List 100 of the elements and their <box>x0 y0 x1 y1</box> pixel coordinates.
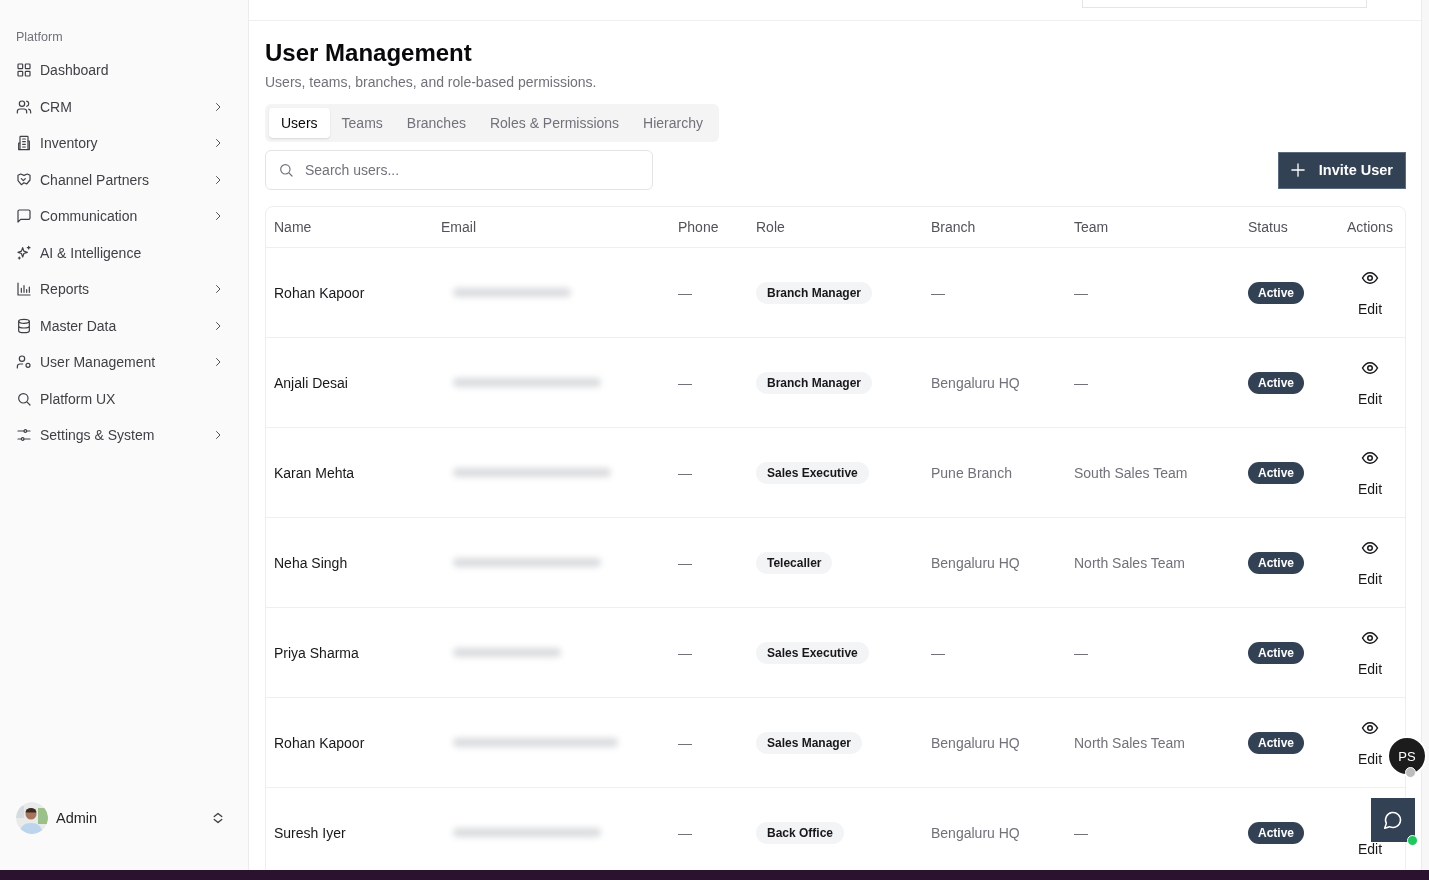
sidebar-item[interactable]: Dashboard <box>0 52 248 89</box>
column-header: Team <box>1073 219 1110 235</box>
table-cell-text: Bengaluru HQ <box>930 734 1021 751</box>
tab[interactable]: Roles & Permissions <box>477 108 632 138</box>
tab[interactable]: Hierarchy <box>631 108 715 138</box>
table-cell-text: — <box>1073 374 1089 391</box>
column-header: Actions <box>1346 219 1394 235</box>
sidebar-item[interactable]: Platform UX <box>0 380 248 417</box>
status-badge: Active <box>1248 281 1305 304</box>
table-cell-text: Priya Sharma <box>273 644 360 661</box>
edit-link[interactable]: Edit <box>1357 300 1383 317</box>
role-tag: Back Office <box>756 821 845 844</box>
sliders-icon <box>16 427 32 444</box>
tab[interactable]: Users <box>269 108 330 138</box>
search-field[interactable]: Search users... <box>303 161 640 179</box>
role-tag: Sales Executive <box>756 461 869 484</box>
table-cell-text: — <box>677 734 693 751</box>
table-cell-text: Neha Singh <box>273 554 349 571</box>
edit-link[interactable]: Edit <box>1357 840 1383 857</box>
status-badge: Active <box>1248 731 1305 754</box>
input-field[interactable] <box>1082 0 1367 8</box>
table-cell-text: Pune Branch <box>930 464 1013 481</box>
status-badge: Active <box>1248 461 1305 484</box>
table-cell-text: Bengaluru HQ <box>930 374 1021 391</box>
role-tag: Sales Executive <box>756 641 869 664</box>
table-cell-text: Rohan Kapoor <box>273 284 366 301</box>
sidebar-item[interactable]: Reports <box>0 271 248 308</box>
sidebar-item[interactable]: Master Data <box>0 307 248 344</box>
people-icon <box>16 98 32 115</box>
search-field[interactable]: Search users... <box>265 150 653 190</box>
edit-link[interactable]: Edit <box>1357 750 1383 767</box>
table-cell-text: Karan Mehta <box>273 464 356 481</box>
sidebar-item[interactable]: Settings & System <box>0 417 248 454</box>
status-badge: Active <box>1248 821 1305 844</box>
table-cell-text: — <box>677 644 693 661</box>
chat-bubble-icon <box>1383 810 1403 830</box>
chevron-up-down-icon <box>212 810 224 826</box>
tab[interactable]: Branches <box>394 108 478 138</box>
table-cell-text: — <box>677 464 693 481</box>
invite-button[interactable]: Invite User <box>1277 151 1406 189</box>
table-cell-text: — <box>677 554 693 571</box>
status-dot <box>1407 835 1418 846</box>
status-dot <box>1405 767 1416 778</box>
table-cell-text: — <box>677 824 693 841</box>
sparkle-icon <box>16 244 32 261</box>
table-cell-text: — <box>930 644 946 661</box>
edit-link[interactable]: Edit <box>1357 390 1383 407</box>
column-header: Branch <box>930 219 977 235</box>
scrollbar[interactable] <box>1421 0 1429 870</box>
status-badge: Active <box>1248 371 1305 394</box>
table-cell-text: Anjali Desai <box>273 374 349 391</box>
edit-link[interactable]: Edit <box>1357 660 1383 677</box>
tab[interactable]: Teams <box>329 108 395 138</box>
grid-icon <box>16 62 32 79</box>
table-cell-text: — <box>677 374 693 391</box>
user-name[interactable]: Admin <box>56 810 212 826</box>
table-cell-text: Suresh Iyer <box>273 824 347 841</box>
table-cell-text: — <box>1073 824 1089 841</box>
user-gear-icon <box>16 354 32 371</box>
sidebar-item[interactable]: Channel Partners <box>0 161 248 198</box>
role-tag: Telecaller <box>756 551 833 574</box>
status-badge: Active <box>1248 551 1305 574</box>
sidebar-item[interactable]: User Management <box>0 344 248 381</box>
section-label: Platform <box>15 30 63 46</box>
table-cell-text: — <box>677 284 693 301</box>
table-cell-text: North Sales Team <box>1073 554 1186 571</box>
sidebar-item[interactable]: Inventory <box>0 125 248 162</box>
table-cell-text: South Sales Team <box>1073 464 1189 481</box>
table-cell-text: — <box>1073 644 1089 661</box>
chat-button[interactable] <box>1371 798 1415 842</box>
building-icon <box>16 135 32 152</box>
edit-link[interactable]: Edit <box>1357 570 1383 587</box>
table-cell-text: Bengaluru HQ <box>930 554 1021 571</box>
table-cell-text: Bengaluru HQ <box>930 824 1021 841</box>
page-title: User Management <box>265 39 472 67</box>
table-cell-text: Rohan Kapoor <box>273 734 366 751</box>
role-tag: Branch Manager <box>756 281 873 304</box>
column-header: Email <box>440 219 477 235</box>
table-cell-text: North Sales Team <box>1073 734 1186 751</box>
chat-bubble-icon <box>16 208 32 225</box>
role-tag: Sales Manager <box>756 731 863 754</box>
handshake-icon <box>16 171 32 188</box>
plus-icon <box>1290 163 1305 177</box>
search-icon <box>16 390 32 407</box>
edit-link[interactable]: Edit <box>1357 480 1383 497</box>
bar-chart-icon <box>16 281 32 298</box>
role-tag: Branch Manager <box>756 371 873 394</box>
sidebar-item[interactable]: CRM <box>0 88 248 125</box>
column-header: Name <box>273 219 313 235</box>
sidebar-item[interactable]: AI & Intelligence <box>0 234 248 271</box>
table-cell-text: — <box>930 284 946 301</box>
column-header: Phone <box>677 219 720 235</box>
column-header: Status <box>1247 219 1289 235</box>
table-cell-text: — <box>1073 284 1089 301</box>
sidebar-item[interactable]: Communication <box>0 198 248 235</box>
column-header: Role <box>755 219 786 235</box>
search-icon <box>278 162 294 178</box>
database-icon <box>16 317 32 334</box>
status-badge: Active <box>1248 641 1305 664</box>
page-subtitle: Users, teams, branches, and role-based permissions. <box>265 74 598 90</box>
